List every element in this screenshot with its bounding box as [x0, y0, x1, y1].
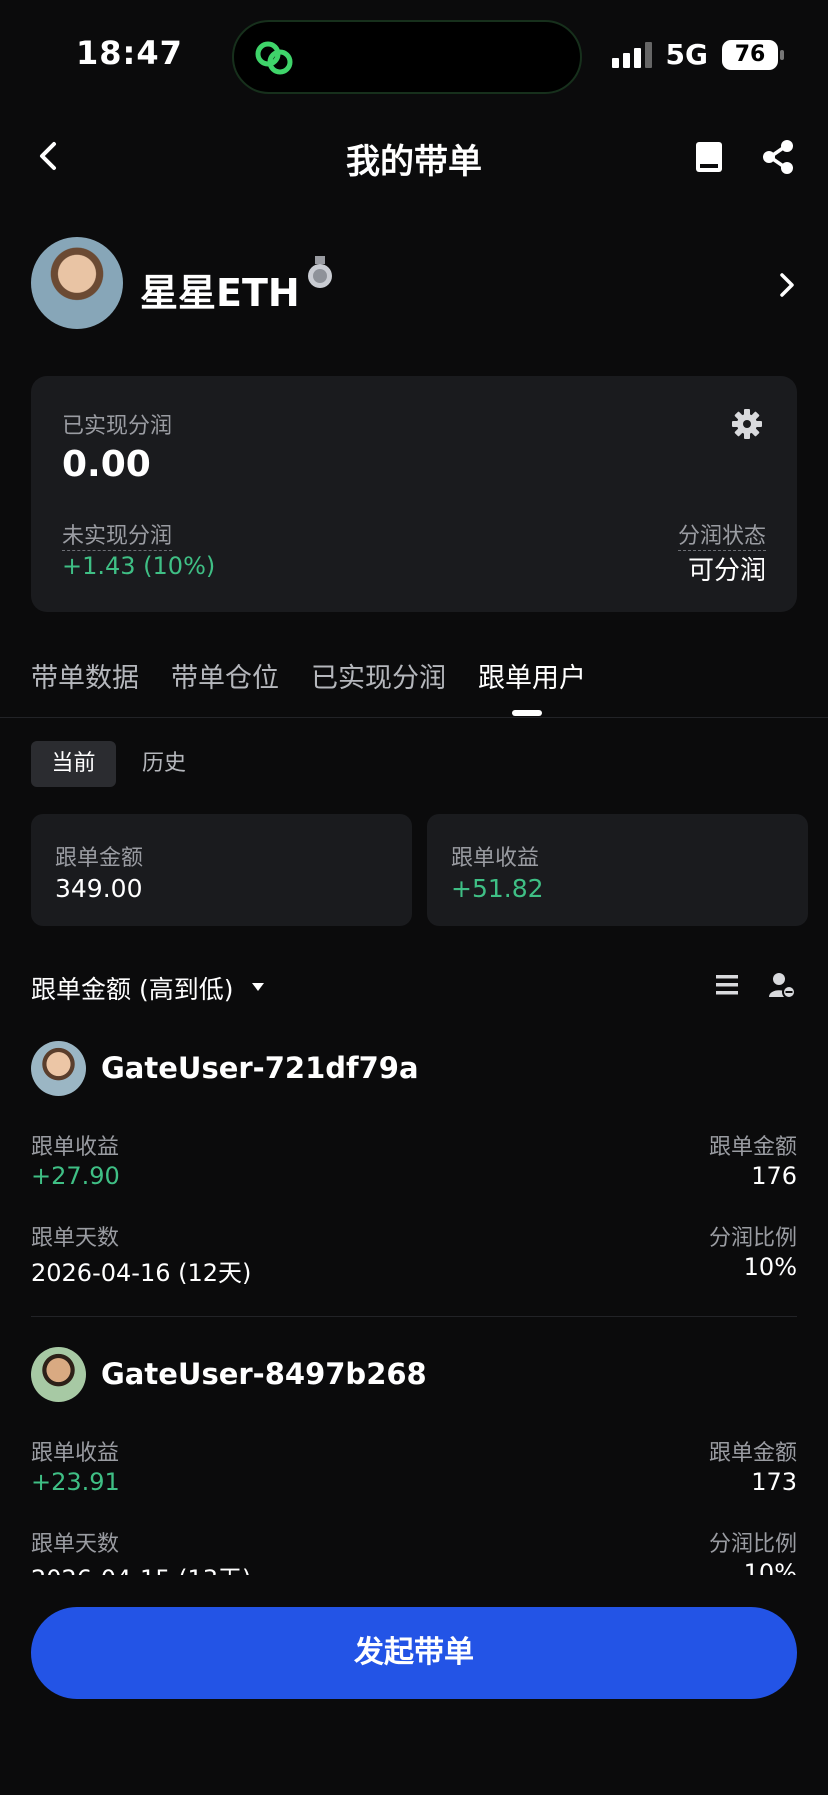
tab-followers[interactable]: 跟单用户 — [478, 656, 586, 695]
follow-amount-label: 跟单金额 — [55, 846, 144, 871]
chevron-right-icon[interactable] — [776, 270, 798, 300]
realized-profit-value: 0.00 — [62, 444, 151, 485]
row-divider — [31, 1316, 797, 1317]
follower-days-label: 跟单天数 — [31, 1532, 120, 1557]
follower-profit-label: 跟单收益 — [31, 1441, 120, 1466]
section-tabs: 带单数据 带单仓位 已实现分润 跟单用户 — [31, 656, 586, 695]
avatar — [31, 1041, 86, 1096]
follow-amount-value: 349.00 — [55, 874, 143, 903]
subtab-current[interactable]: 当前 — [31, 741, 116, 787]
dynamic-island — [232, 20, 582, 94]
active-tab-indicator — [512, 710, 542, 716]
profit-share-card: 已实现分润 0.00 未实现分润 +1.43 (10%) 分润状态 可分润 — [31, 376, 797, 612]
signal-icon — [611, 41, 652, 68]
avatar[interactable] — [31, 237, 123, 329]
follower-ratio-label: 分润比例 — [708, 1226, 797, 1251]
book-icon[interactable] — [692, 138, 726, 176]
status-indicators: 5G 76 — [611, 38, 784, 71]
follower-profit-value: +27.90 — [31, 1162, 120, 1190]
tab-divider — [0, 717, 828, 718]
subtab-history[interactable]: 历史 — [142, 741, 186, 787]
follow-profit-label: 跟单收益 — [451, 846, 540, 871]
follower-amount-label: 跟单金额 — [708, 1135, 797, 1160]
tab-lead-data[interactable]: 带单数据 — [31, 656, 139, 695]
profile-name[interactable]: 星星ETH — [140, 262, 300, 317]
user-remove-icon[interactable] — [768, 970, 796, 1000]
share-status-label[interactable]: 分润状态 — [677, 518, 766, 551]
share-status-value: 可分润 — [687, 556, 766, 586]
list-item[interactable]: GateUser-721df79a 跟单收益 +27.90 跟单金额 176 跟… — [31, 1041, 797, 1287]
follower-ratio-label: 分润比例 — [708, 1532, 797, 1557]
medal-icon — [308, 256, 332, 288]
follower-name: GateUser-8497b268 — [101, 1357, 427, 1391]
start-lead-trading-button[interactable]: 发起带单 — [31, 1607, 797, 1699]
follow-amount-box: 跟单金额 349.00 — [31, 814, 412, 926]
unrealized-profit-value: +1.43 (10%) — [62, 552, 216, 580]
avatar — [31, 1347, 86, 1402]
follower-profit-label: 跟单收益 — [31, 1135, 120, 1160]
unrealized-profit-label[interactable]: 未实现分润 — [62, 518, 173, 551]
status-time: 18:47 — [76, 34, 183, 72]
follower-ratio-value: 10% — [743, 1253, 797, 1281]
follow-profit-box: 跟单收益 +51.82 — [427, 814, 808, 926]
realized-profit-label: 已实现分润 — [62, 414, 173, 439]
follower-amount-value: 173 — [751, 1468, 797, 1496]
follower-name: GateUser-721df79a — [101, 1051, 419, 1085]
share-icon[interactable] — [760, 138, 796, 176]
sort-dropdown[interactable]: 跟单金额 (高到低) — [31, 970, 233, 1006]
my-copy-trading-page: 18:47 5G 76 我的带单 星星ETH 已实现分润 0.00 未实现分润 … — [0, 0, 828, 1795]
follower-amount-label: 跟单金额 — [708, 1441, 797, 1466]
follow-profit-value: +51.82 — [451, 874, 544, 903]
list-icon[interactable] — [714, 972, 740, 998]
link-app-icon — [255, 41, 293, 75]
gear-icon[interactable] — [731, 408, 763, 440]
tab-realized-profit[interactable]: 已实现分润 — [311, 656, 446, 695]
caret-down-icon[interactable] — [251, 982, 265, 992]
follower-days-value: 2026-04-16 (12天) — [31, 1259, 252, 1287]
follower-profit-value: +23.91 — [31, 1468, 120, 1496]
follower-amount-value: 176 — [751, 1162, 797, 1190]
list-item[interactable]: GateUser-8497b268 跟单收益 +23.91 跟单金额 173 跟… — [31, 1347, 797, 1593]
tab-lead-positions[interactable]: 带单仓位 — [171, 656, 279, 695]
network-type: 5G — [665, 38, 708, 71]
follower-days-label: 跟单天数 — [31, 1226, 120, 1251]
battery-icon: 76 — [722, 39, 784, 70]
